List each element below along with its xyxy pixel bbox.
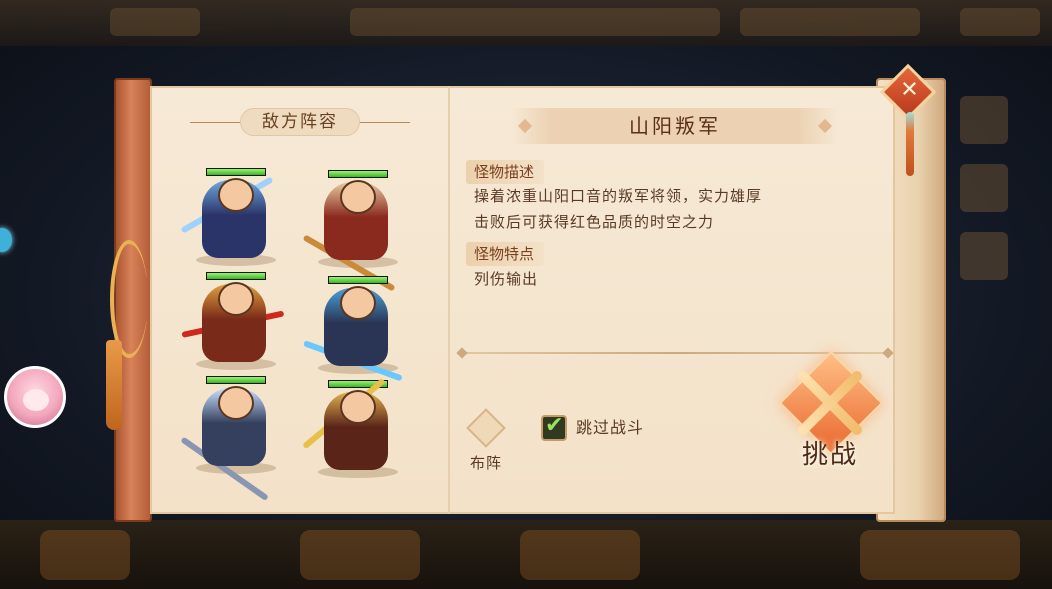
close-tassel	[906, 112, 914, 176]
challenge-button[interactable]: 挑战	[776, 350, 884, 472]
description-line: 击败后可获得红色品质的时空之力	[474, 213, 715, 231]
enemy-hp-bar	[206, 168, 266, 176]
enemy-lineup-header: 敌方阵容	[190, 108, 410, 136]
traits-text: 列伤输出	[474, 270, 539, 288]
background-top-bar	[0, 0, 1052, 46]
close-icon: ✕	[900, 77, 919, 103]
enemy-hp-bar	[206, 272, 266, 280]
check-icon: ✔	[545, 413, 564, 438]
enemy-unit[interactable]	[176, 272, 288, 370]
monster-name: 山阳叛军	[629, 114, 721, 138]
monster-name-banner: 山阳叛军	[512, 108, 838, 144]
enemy-unit[interactable]	[298, 170, 410, 292]
background-bottom-bar	[0, 520, 1052, 589]
enemy-unit[interactable]	[298, 276, 410, 382]
skip-battle-label[interactable]: 跳过战斗	[576, 416, 644, 440]
traits-tag: 怪物特点	[466, 242, 545, 266]
enemy-unit[interactable]	[298, 377, 410, 478]
background-slot	[960, 164, 1008, 212]
challenge-label: 挑战	[801, 440, 858, 470]
background-slot	[960, 232, 1008, 280]
edge-glow-icon	[0, 228, 12, 252]
description-tag: 怪物描述	[466, 160, 545, 184]
enemy-unit[interactable]	[176, 376, 288, 502]
panel-divider	[448, 86, 450, 514]
description-line: 操着浓重山阳口音的叛军将领，实力雄厚	[474, 187, 763, 205]
enemy-hp-bar	[328, 276, 388, 284]
formation-icon	[466, 408, 506, 448]
formation-button[interactable]: 布阵	[466, 408, 506, 472]
enemy-hp-bar	[206, 376, 266, 384]
enemy-unit[interactable]	[176, 168, 288, 266]
enemy-lineup-title: 敌方阵容	[240, 108, 360, 136]
formation-label: 布阵	[469, 454, 502, 472]
scroll-tassel	[106, 340, 122, 430]
enemy-hp-bar	[328, 170, 388, 178]
background-slot	[960, 96, 1008, 144]
skip-battle-checkbox[interactable]: ✔	[541, 413, 567, 441]
section-divider	[462, 352, 888, 354]
streamer-avatar	[4, 366, 66, 428]
